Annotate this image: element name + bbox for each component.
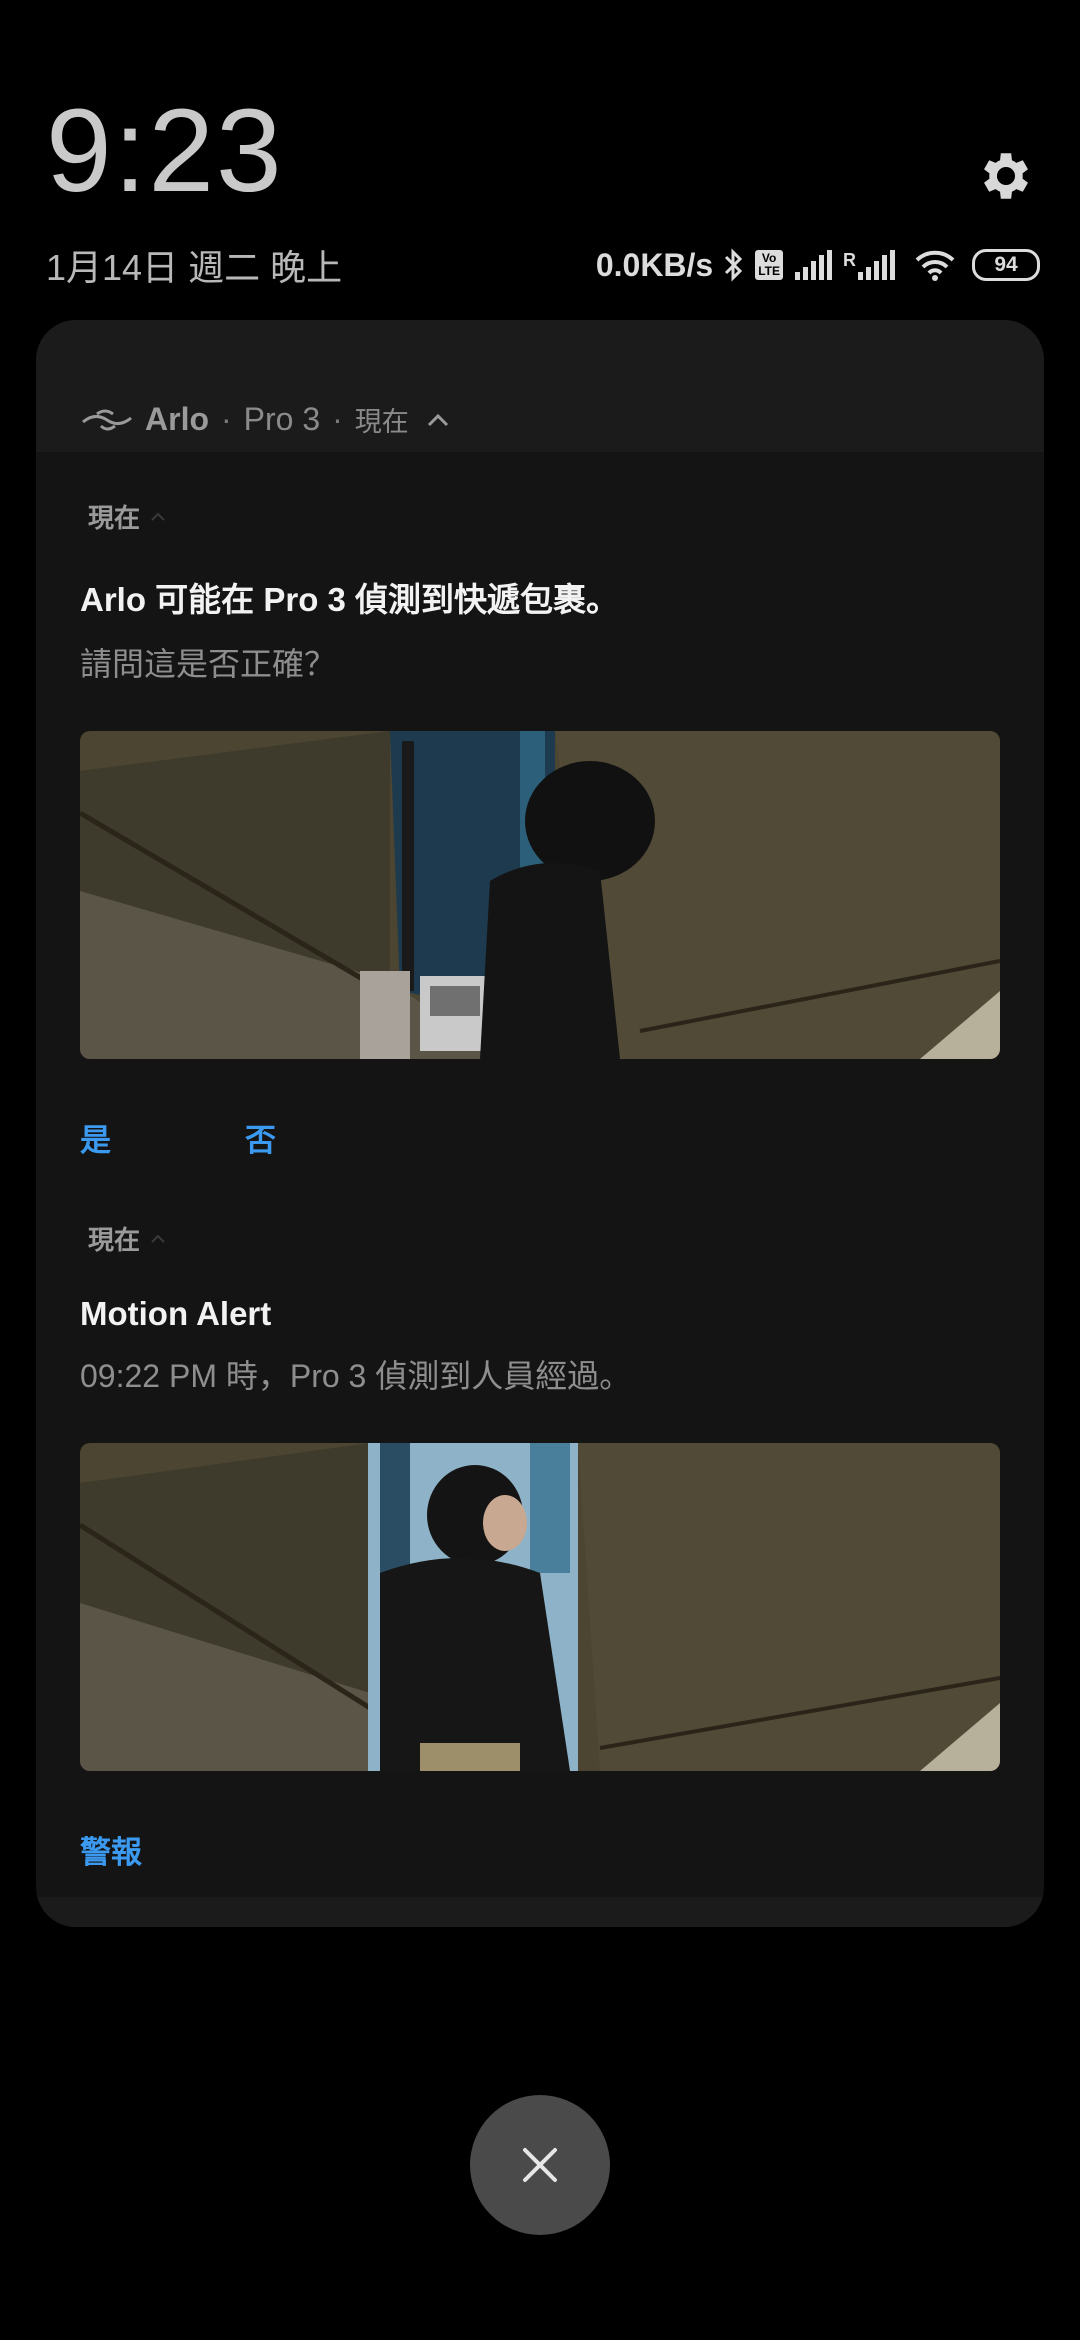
close-button[interactable]: [470, 2095, 610, 2235]
notification-time: 現在: [88, 498, 1000, 535]
notification-title: Arlo 可能在 Pro 3 偵測到快遞包裹。: [80, 581, 620, 618]
separator-dot: ·: [221, 401, 232, 437]
notification-motion[interactable]: 現在 Motion Alert 09:22 PM 時，Pro 3 偵測到人員經過…: [80, 1220, 1000, 1872]
notification-time: 現在: [88, 1220, 1000, 1257]
camera-snapshot[interactable]: [80, 731, 1000, 1059]
device-name: Pro 3: [243, 401, 321, 437]
roaming-signal: R: [843, 250, 896, 280]
app-name: Arlo: [145, 401, 209, 437]
chevron-up-icon: [151, 512, 165, 521]
camera-snapshot[interactable]: [80, 1443, 1000, 1771]
notification-card[interactable]: Arlo · Pro 3 · 現在 現在 Arlo 可能在 Pro 3 偵測到快…: [36, 320, 1044, 1927]
signal-icon-2: [858, 250, 895, 280]
group-when: 現在: [354, 407, 409, 437]
action-alert[interactable]: 警報: [80, 1827, 142, 1872]
roaming-label: R: [843, 250, 856, 270]
notification-package[interactable]: 現在 Arlo 可能在 Pro 3 偵測到快遞包裹。 請問這是否正確？ 是 否: [80, 498, 1000, 1160]
when-label: 現在: [88, 503, 141, 533]
chevron-up-icon: [151, 1234, 165, 1243]
bluetooth-icon: [725, 248, 743, 282]
arlo-logo-icon: [82, 409, 132, 430]
notification-group-header[interactable]: Arlo · Pro 3 · 現在: [36, 320, 1044, 452]
notification-actions: 是 否: [80, 1115, 1000, 1160]
chevron-up-icon[interactable]: [427, 413, 449, 427]
when-label: 現在: [88, 1225, 141, 1255]
card-footer: [36, 1897, 1044, 1927]
date-status-bar: 1月14日 週二 晚上 0.0KB/s Vo LTE R 94: [46, 240, 1040, 290]
notification-body: 請問這是否正確？: [80, 646, 337, 682]
close-icon: [523, 2148, 557, 2182]
separator-dot-2: ·: [332, 401, 343, 437]
gear-icon[interactable]: [975, 145, 1037, 207]
volte-icon: Vo LTE: [755, 250, 783, 280]
notification-title: Motion Alert: [80, 1295, 272, 1332]
date-label: 1月14日 週二 晚上: [46, 247, 343, 288]
camera-snapshot-image: [80, 1443, 1000, 1771]
camera-snapshot-image: [80, 731, 1000, 1059]
wifi-icon: [915, 250, 955, 281]
notification-actions: 警報: [80, 1827, 1000, 1872]
action-yes[interactable]: 是: [80, 1115, 245, 1160]
group-row: Arlo · Pro 3 · 現在: [81, 400, 449, 439]
action-no[interactable]: 否: [245, 1115, 276, 1160]
notification-body: 09:22 PM 時，Pro 3 偵測到人員經過。: [80, 1358, 632, 1394]
net-speed: 0.0KB/s: [595, 246, 714, 283]
clock: 9:23: [46, 85, 284, 217]
signal-icon: [795, 250, 832, 280]
status-icons: 0.0KB/s Vo LTE R 94: [596, 247, 1040, 284]
battery-icon: 94: [972, 249, 1040, 281]
